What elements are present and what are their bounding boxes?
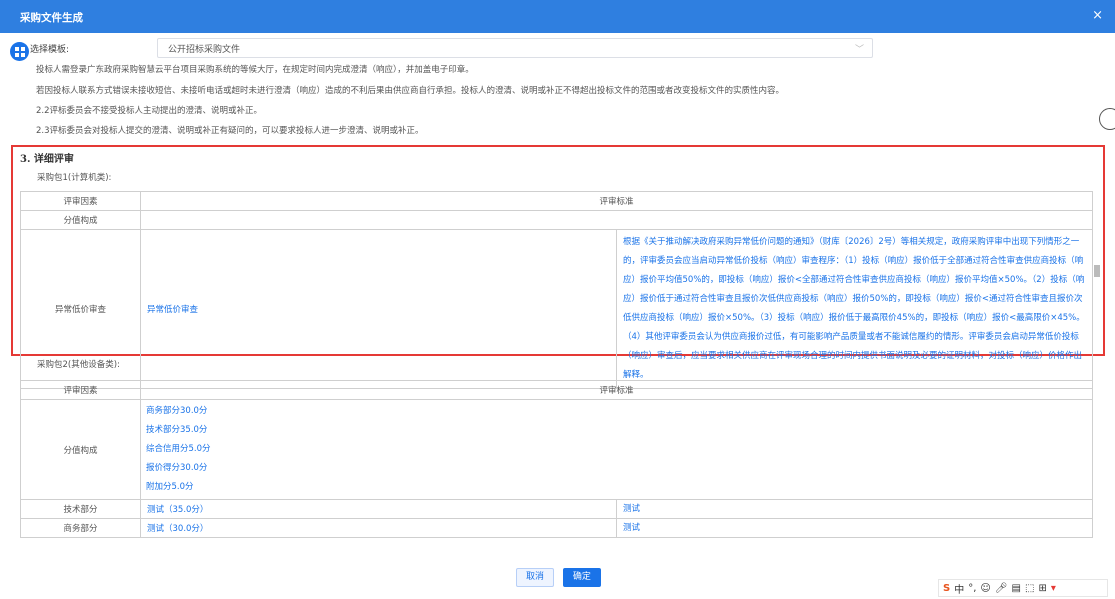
- package1-label: 采购包1(计算机类):: [37, 173, 112, 183]
- tech-factor: 技术部分: [20, 499, 141, 519]
- score-composition-label: 分值构成: [20, 399, 141, 500]
- grid-menu-icon[interactable]: [10, 42, 29, 61]
- cancel-button[interactable]: 取消: [516, 568, 555, 587]
- keyboard-icon[interactable]: ▤: [1012, 583, 1021, 594]
- apps-icon[interactable]: ⊞: [1038, 583, 1046, 594]
- score-item: 技术部分35.0分: [146, 425, 208, 435]
- ime-punct-toggle[interactable]: °,: [968, 583, 976, 594]
- ime-logo-icon[interactable]: S: [943, 583, 950, 594]
- paragraph-3: 2.2评标委员会不接受投标人主动提出的澄清、说明或补正。: [36, 106, 263, 116]
- tech-item: 测试（35.0分）: [140, 499, 617, 519]
- template-value: 公开招标采购文件: [168, 45, 241, 55]
- tech-standard: 测试: [616, 499, 1093, 519]
- package2-label: 采购包2(其他设备类):: [37, 360, 120, 370]
- score-item: 报价得分30.0分: [146, 463, 208, 473]
- business-factor: 商务部分: [20, 518, 141, 538]
- row-score-label: 分值构成: [20, 210, 141, 230]
- shirt-icon[interactable]: ▾: [1051, 583, 1056, 594]
- package2-table: 评审因素 评审标准 分值构成 商务部分30.0分 技术部分35.0分 综合信用分…: [20, 380, 1093, 538]
- paragraph-1: 投标人需登录广东政府采购智慧云平台项目采购系统的等候大厅，在规定时间内完成澄清（…: [36, 65, 474, 75]
- skin-icon[interactable]: ⬚: [1025, 583, 1034, 594]
- footer-actions: 取消 确定: [516, 568, 601, 587]
- confirm-button[interactable]: 确定: [562, 568, 601, 587]
- business-standard: 测试: [616, 518, 1093, 538]
- package1-table: 评审因素 评审标准 分值构成 异常低价审查 异常低价审查 根据《关于推动解决政府…: [20, 191, 1093, 389]
- score-item: 商务部分30.0分: [146, 406, 208, 416]
- section-title: 3. 详细评审: [20, 154, 74, 165]
- dialog-titlebar: 采购文件生成 ×: [0, 0, 1115, 33]
- chevron-down-icon: ﹀: [854, 45, 864, 55]
- header-factor: 评审因素: [20, 380, 141, 400]
- template-label: 选择模板:: [30, 45, 70, 55]
- score-composition-list: 商务部分30.0分 技术部分35.0分 综合信用分5.0分 报价得分30.0分 …: [140, 399, 1093, 500]
- dialog-title: 采购文件生成: [20, 12, 83, 24]
- paragraph-4: 2.3评标委员会对投标人提交的澄清、说明或补正有疑问的，可以要求投标人进一步澄清…: [36, 126, 424, 136]
- ime-lang-toggle[interactable]: 中: [954, 581, 964, 596]
- abnormal-item: 异常低价审查: [140, 229, 617, 389]
- mic-icon[interactable]: 🎤︎: [995, 583, 1008, 594]
- abnormal-standard: 根据《关于推动解决政府采购异常低价问题的通知》（财库〔2026〕2号）等相关规定…: [616, 229, 1093, 389]
- paragraph-2: 若因投标人联系方式错误未接收短信、未接听电话或超时未进行澄清（响应）造成的不利后…: [36, 86, 785, 96]
- template-select[interactable]: 公开招标采购文件 ﹀: [157, 38, 873, 58]
- side-float-button[interactable]: [1099, 108, 1115, 130]
- score-item: 附加分5.0分: [146, 482, 194, 492]
- header-factor: 评审因素: [20, 191, 141, 211]
- score-item: 综合信用分5.0分: [146, 444, 211, 454]
- inner-scrollbar[interactable]: [1094, 265, 1100, 277]
- header-standard: 评审标准: [140, 191, 1093, 211]
- close-icon[interactable]: ×: [1092, 8, 1103, 23]
- ime-toolbar: S 中 °, ☺ 🎤︎ ▤ ⬚ ⊞ ▾: [938, 579, 1108, 597]
- header-standard: 评审标准: [140, 380, 1093, 400]
- row-score-value: [140, 210, 1093, 230]
- business-item: 测试（30.0分）: [140, 518, 617, 538]
- emoji-icon[interactable]: ☺: [980, 583, 990, 594]
